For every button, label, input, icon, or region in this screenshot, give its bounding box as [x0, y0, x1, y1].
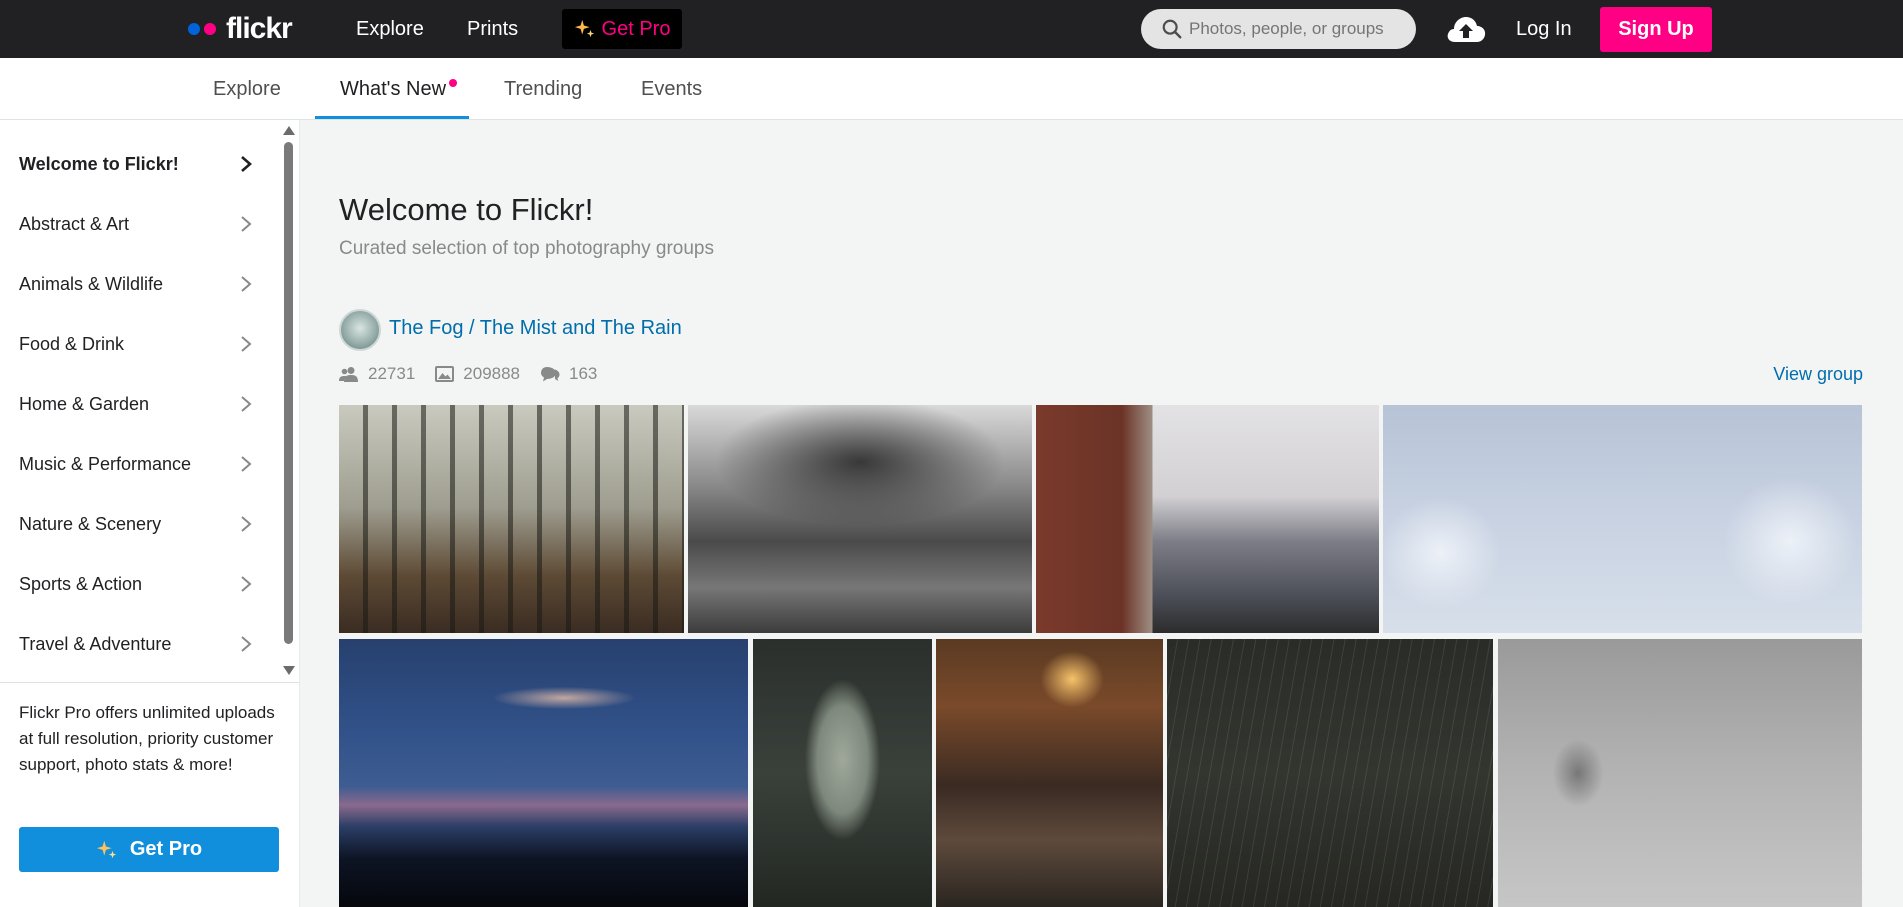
photos-icon — [435, 366, 455, 382]
group-stats: 22731 209888 163 — [339, 364, 617, 384]
category-label: Home & Garden — [19, 394, 150, 414]
new-indicator-dot — [449, 79, 457, 87]
tab-whats-new[interactable]: What's New — [340, 58, 446, 120]
group-photo-misty-archway[interactable] — [753, 639, 932, 907]
group-photo-blue-dusk-hills[interactable] — [339, 639, 748, 907]
group-avatar[interactable] — [339, 309, 381, 351]
chevron-right-icon — [241, 216, 252, 232]
chevron-right-icon — [241, 396, 252, 412]
chevron-right-icon — [241, 576, 252, 592]
scroll-up-arrow[interactable] — [283, 126, 295, 135]
photos-count: 209888 — [463, 364, 521, 383]
scroll-down-arrow[interactable] — [283, 666, 295, 675]
group-photo-snowy-trees[interactable] — [1383, 405, 1862, 633]
category-item[interactable]: Travel & Adventure — [0, 614, 280, 674]
group-photo-stag-in-fog[interactable] — [1498, 639, 1862, 907]
chevron-right-icon — [241, 636, 252, 652]
category-label: Animals & Wildlife — [19, 274, 164, 294]
category-label: Nature & Scenery — [19, 514, 162, 534]
sparkle-icon — [96, 840, 117, 858]
discussions-count: 163 — [569, 364, 598, 383]
category-label: Sports & Action — [19, 574, 143, 594]
category-label: Travel & Adventure — [19, 634, 172, 654]
page-title: Welcome to Flickr! — [339, 192, 594, 227]
category-item[interactable]: Nature & Scenery — [0, 494, 280, 554]
search-icon — [1162, 19, 1182, 39]
logo-pink-dot — [204, 23, 216, 35]
tab-explore[interactable]: Explore — [213, 58, 281, 120]
search-input[interactable] — [1189, 19, 1409, 39]
top-bar: flickr Explore Prints Get Pro Log In Sig… — [0, 0, 1903, 58]
category-item[interactable]: Sports & Action — [0, 554, 280, 614]
group-photo-rainy-alley-night[interactable] — [936, 639, 1163, 907]
sidebar-get-pro-button[interactable]: Get Pro — [19, 827, 279, 872]
sidebar-divider — [0, 682, 300, 683]
chevron-right-icon — [241, 276, 252, 292]
view-group-link[interactable]: View group — [1773, 364, 1863, 385]
category-item[interactable]: Food & Drink — [0, 314, 280, 374]
scrollbar-thumb[interactable] — [284, 142, 293, 644]
category-label: Abstract & Art — [19, 214, 130, 234]
sidebar-get-pro-label: Get Pro — [129, 838, 203, 860]
logo-blue-dot — [188, 23, 200, 35]
page-subtitle: Curated selection of top photography gro… — [339, 238, 714, 259]
members-icon — [339, 367, 358, 382]
category-label: Food & Drink — [19, 334, 125, 354]
category-label: Music & Performance — [19, 454, 192, 474]
nav-prints[interactable]: Prints — [467, 0, 518, 58]
sub-navigation: Explore What's New Trending Events — [0, 58, 1903, 120]
chevron-right-icon — [241, 456, 252, 472]
group-photo-foggy-forest-path[interactable] — [339, 405, 684, 633]
search-box[interactable] — [1141, 9, 1416, 49]
sparkle-icon — [574, 19, 594, 38]
chevron-right-icon — [241, 336, 252, 352]
category-item[interactable]: Welcome to Flickr! — [0, 134, 280, 194]
logo-text: flickr — [226, 12, 293, 45]
category-list: Welcome to Flickr! Abstract & Art Animal… — [0, 134, 280, 674]
chevron-right-icon — [241, 156, 252, 172]
tab-events[interactable]: Events — [641, 58, 702, 120]
active-tab-underline — [315, 116, 469, 119]
group-name-link[interactable]: The Fog / The Mist and The Rain — [389, 317, 682, 340]
category-item[interactable]: Home & Garden — [0, 374, 280, 434]
tab-trending[interactable]: Trending — [504, 58, 582, 120]
members-count: 22731 — [368, 364, 416, 383]
upload-cloud-icon[interactable] — [1444, 12, 1488, 46]
category-sidebar: Welcome to Flickr! Abstract & Art Animal… — [0, 120, 300, 907]
get-pro-button[interactable]: Get Pro — [562, 9, 682, 49]
discussions-icon — [541, 367, 560, 382]
pro-promo-text: Flickr Pro offers unlimited uploads at f… — [19, 703, 275, 774]
login-link[interactable]: Log In — [1516, 0, 1572, 58]
flickr-logo[interactable]: flickr — [188, 11, 293, 47]
members-stat: 22731 — [339, 364, 415, 384]
photos-stat: 209888 — [435, 364, 520, 384]
category-item[interactable]: Abstract & Art — [0, 194, 280, 254]
category-item[interactable]: Animals & Wildlife — [0, 254, 280, 314]
discussions-stat: 163 — [540, 364, 597, 384]
category-label: Welcome to Flickr! — [19, 154, 179, 174]
main-content: Welcome to Flickr! Curated selection of … — [300, 120, 1903, 907]
group-photo-eagle-in-rain[interactable] — [1167, 639, 1493, 907]
category-item[interactable]: Music & Performance — [0, 434, 280, 494]
group-photo-rainy-crosswalk[interactable] — [688, 405, 1032, 633]
chevron-right-icon — [241, 516, 252, 532]
get-pro-label: Get Pro — [601, 17, 671, 40]
group-photo-harbor-building[interactable] — [1036, 405, 1379, 633]
nav-explore[interactable]: Explore — [356, 0, 424, 58]
signup-button[interactable]: Sign Up — [1600, 7, 1712, 52]
